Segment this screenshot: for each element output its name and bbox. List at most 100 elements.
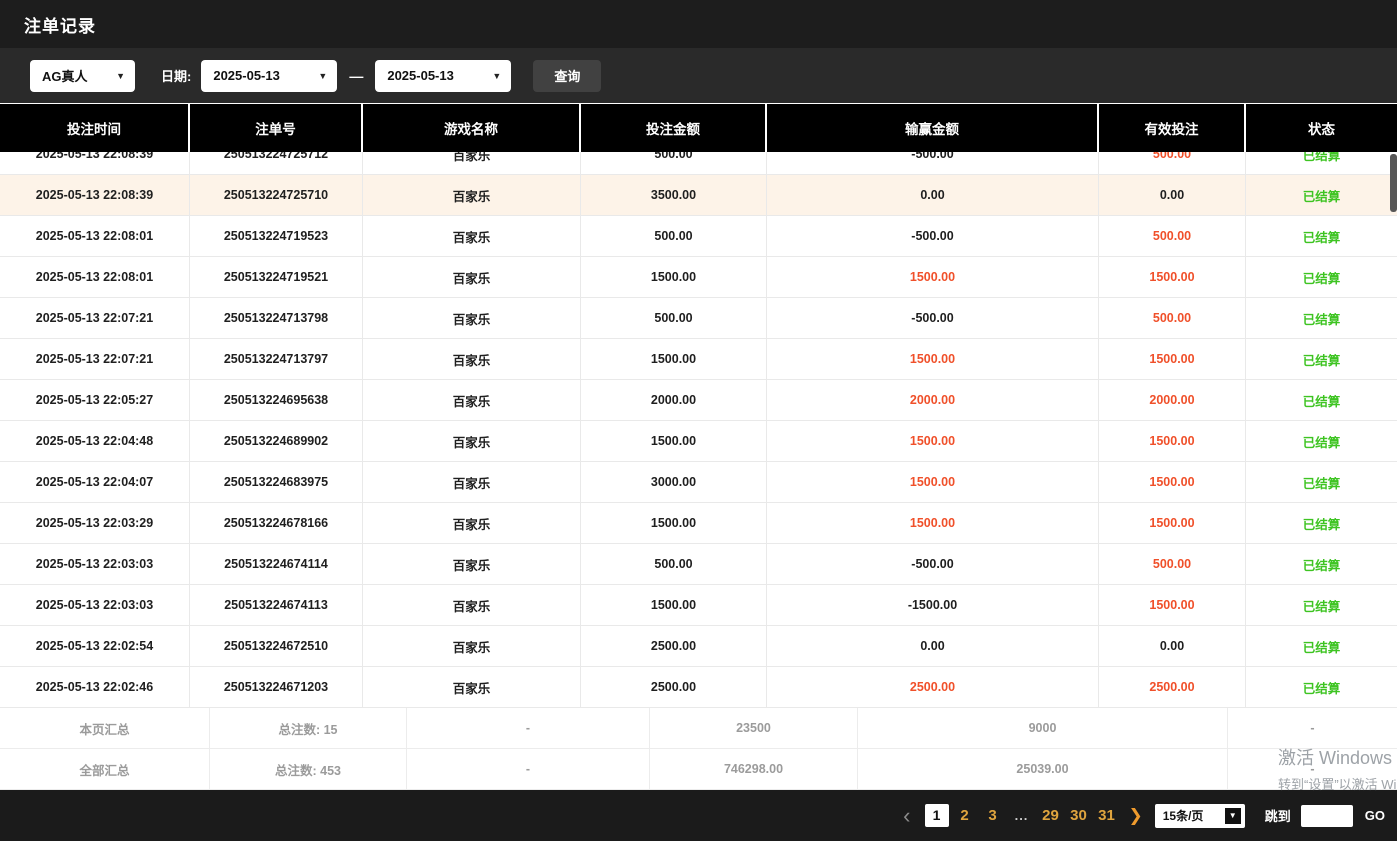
cell-winloss: -500.00	[767, 216, 1099, 256]
table-row: 2025-05-13 22:07:21 250513224713797 百家乐 …	[0, 339, 1397, 380]
cell-bet-time: 2025-05-13 22:07:21	[0, 339, 190, 379]
cell-bet-amount: 1500.00	[581, 339, 767, 379]
cell-game-name: 百家乐	[363, 216, 581, 256]
summary-page-label: 本页汇总	[0, 708, 210, 748]
cell-bet-amount: 3500.00	[581, 175, 767, 215]
cell-game-name: 百家乐	[363, 175, 581, 215]
cell-bet-time: 2025-05-13 22:04:07	[0, 462, 190, 502]
prev-page-button[interactable]: ‹	[903, 805, 910, 827]
cell-game-name: 百家乐	[363, 585, 581, 625]
next-page-button[interactable]: ❯	[1129, 806, 1143, 826]
cell-game-name: 百家乐	[363, 462, 581, 502]
cell-valid-bet: 1500.00	[1099, 585, 1246, 625]
chevron-down-icon: ▼	[492, 71, 501, 81]
chevron-down-icon: ▼	[116, 71, 125, 81]
game-type-select[interactable]: AG真人 ▼	[30, 60, 135, 92]
cell-valid-bet: 1500.00	[1099, 462, 1246, 502]
cell-status: 已结算	[1246, 339, 1397, 379]
cell-winloss: 2000.00	[767, 380, 1099, 420]
cell-bet-amount: 1500.00	[581, 585, 767, 625]
cell-status: 已结算	[1246, 503, 1397, 543]
date-to-value: 2025-05-13	[387, 68, 454, 83]
cell-valid-bet: 500.00	[1099, 298, 1246, 338]
cell-bet-time: 2025-05-13 22:03:03	[0, 544, 190, 584]
filter-bar: AG真人 ▼ 日期: 2025-05-13 ▼ — 2025-05-13 ▼ 查…	[0, 48, 1397, 103]
cell-status: 已结算	[1246, 544, 1397, 584]
query-button[interactable]: 查询	[533, 60, 601, 92]
page-button-3[interactable]: 3	[981, 807, 1005, 824]
cell-game-name: 百家乐	[363, 339, 581, 379]
table-row: 2025-05-13 22:04:48 250513224689902 百家乐 …	[0, 421, 1397, 462]
cell-status: 已结算	[1246, 298, 1397, 338]
page-button-31[interactable]: 31	[1095, 807, 1119, 824]
table-row: 2025-05-13 22:07:21 250513224713798 百家乐 …	[0, 298, 1397, 339]
cell-order-no: 250513224719523	[190, 216, 363, 256]
cell-valid-bet: 0.00	[1099, 175, 1246, 215]
cell-winloss: -500.00	[767, 544, 1099, 584]
cell-bet-time: 2025-05-13 22:08:01	[0, 216, 190, 256]
page-button-29[interactable]: 29	[1039, 807, 1063, 824]
jump-to-label: 跳到	[1265, 806, 1291, 825]
summary-page-winloss-total: 9000	[858, 708, 1228, 748]
table-body: 2025-05-13 22:08:39 250513224725712 百家乐 …	[0, 152, 1397, 708]
cell-order-no: 250513224689902	[190, 421, 363, 461]
cell-bet-time: 2025-05-13 22:08:39	[0, 152, 190, 174]
date-to-select[interactable]: 2025-05-13 ▼	[375, 60, 511, 92]
column-header-order-no: 注单号	[190, 104, 363, 152]
page-title: 注单记录	[24, 12, 96, 37]
scrollbar-thumb[interactable]	[1390, 154, 1397, 212]
game-type-select-value: AG真人	[42, 66, 88, 85]
summary-all-winloss-total: 25039.00	[858, 749, 1228, 789]
page-button-2[interactable]: 2	[953, 807, 977, 824]
summary-all-label: 全部汇总	[0, 749, 210, 789]
cell-bet-amount: 1500.00	[581, 257, 767, 297]
table-row: 2025-05-13 22:03:03 250513224674114 百家乐 …	[0, 544, 1397, 585]
cell-order-no: 250513224674113	[190, 585, 363, 625]
summary-page-game: -	[407, 708, 650, 748]
cell-valid-bet: 2500.00	[1099, 667, 1246, 707]
cell-winloss: 1500.00	[767, 421, 1099, 461]
cell-bet-amount: 2000.00	[581, 380, 767, 420]
go-button[interactable]: GO	[1365, 808, 1385, 823]
summary-page-valid-total: -	[1228, 708, 1397, 748]
cell-winloss: -1500.00	[767, 585, 1099, 625]
cell-valid-bet: 1500.00	[1099, 421, 1246, 461]
cell-status: 已结算	[1246, 257, 1397, 297]
column-header-winloss: 输赢金额	[767, 104, 1099, 152]
page-button-1[interactable]: 1	[925, 804, 949, 827]
column-header-bet-time: 投注时间	[0, 104, 190, 152]
cell-winloss: 2500.00	[767, 667, 1099, 707]
cell-order-no: 250513224725712	[190, 152, 363, 174]
page-size-select[interactable]: 15条/页 ▼	[1155, 804, 1245, 828]
table-row: 2025-05-13 22:04:07 250513224683975 百家乐 …	[0, 462, 1397, 503]
cell-bet-amount: 1500.00	[581, 421, 767, 461]
cell-game-name: 百家乐	[363, 257, 581, 297]
date-range-separator: —	[349, 68, 363, 84]
summary-page-bet-count: 总注数: 15	[210, 708, 407, 748]
cell-game-name: 百家乐	[363, 152, 581, 174]
cell-winloss: 0.00	[767, 626, 1099, 666]
cell-bet-amount: 500.00	[581, 298, 767, 338]
cell-order-no: 250513224674114	[190, 544, 363, 584]
cell-status: 已结算	[1246, 421, 1397, 461]
cell-bet-amount: 2500.00	[581, 667, 767, 707]
cell-valid-bet: 500.00	[1099, 152, 1246, 174]
cell-order-no: 250513224713798	[190, 298, 363, 338]
jump-page-input[interactable]	[1301, 805, 1353, 827]
cell-valid-bet: 500.00	[1099, 544, 1246, 584]
table-row: 2025-05-13 22:03:29 250513224678166 百家乐 …	[0, 503, 1397, 544]
date-from-value: 2025-05-13	[213, 68, 280, 83]
summary-all-valid-total: -	[1228, 749, 1397, 789]
date-from-select[interactable]: 2025-05-13 ▼	[201, 60, 337, 92]
cell-bet-amount: 500.00	[581, 216, 767, 256]
cell-bet-time: 2025-05-13 22:02:46	[0, 667, 190, 707]
table-row: 2025-05-13 22:02:54 250513224672510 百家乐 …	[0, 626, 1397, 667]
chevron-down-icon: ▼	[1225, 808, 1241, 824]
cell-winloss: -500.00	[767, 152, 1099, 174]
cell-valid-bet: 1500.00	[1099, 339, 1246, 379]
table-row: 2025-05-13 22:08:01 250513224719523 百家乐 …	[0, 216, 1397, 257]
cell-order-no: 250513224695638	[190, 380, 363, 420]
cell-order-no: 250513224683975	[190, 462, 363, 502]
page-button-30[interactable]: 30	[1067, 807, 1091, 824]
cell-bet-amount: 500.00	[581, 152, 767, 174]
